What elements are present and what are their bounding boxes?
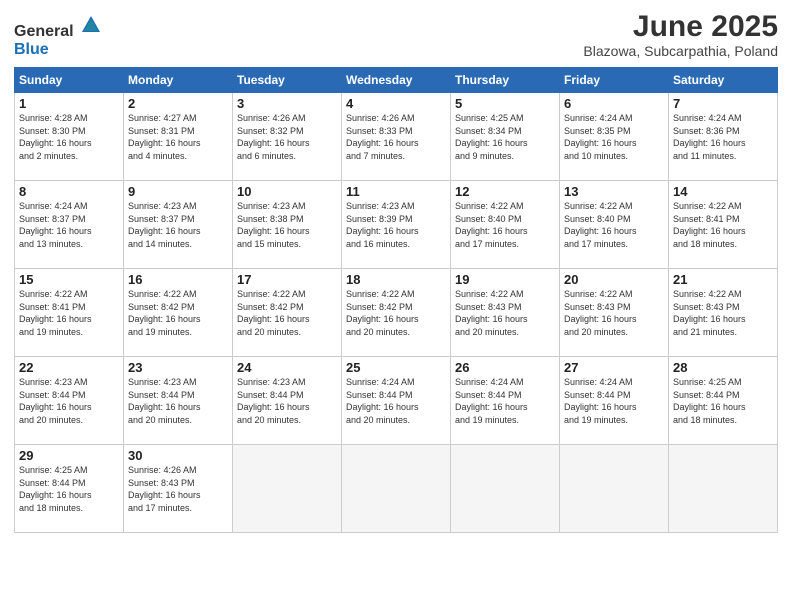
table-row: 21Sunrise: 4:22 AMSunset: 8:43 PMDayligh… xyxy=(669,269,778,357)
table-row: 16Sunrise: 4:22 AMSunset: 8:42 PMDayligh… xyxy=(124,269,233,357)
week-row-2: 8Sunrise: 4:24 AMSunset: 8:37 PMDaylight… xyxy=(15,181,778,269)
table-row: 11Sunrise: 4:23 AMSunset: 8:39 PMDayligh… xyxy=(342,181,451,269)
week-row-3: 15Sunrise: 4:22 AMSunset: 8:41 PMDayligh… xyxy=(15,269,778,357)
logo-icon xyxy=(80,14,102,36)
month-title: June 2025 xyxy=(583,10,778,43)
table-row: 22Sunrise: 4:23 AMSunset: 8:44 PMDayligh… xyxy=(15,357,124,445)
table-row: 18Sunrise: 4:22 AMSunset: 8:42 PMDayligh… xyxy=(342,269,451,357)
page: General Blue June 2025 Blazowa, Subcarpa… xyxy=(0,0,792,612)
table-row: 10Sunrise: 4:23 AMSunset: 8:38 PMDayligh… xyxy=(233,181,342,269)
col-saturday: Saturday xyxy=(669,68,778,93)
table-row: 17Sunrise: 4:22 AMSunset: 8:42 PMDayligh… xyxy=(233,269,342,357)
table-row: 20Sunrise: 4:22 AMSunset: 8:43 PMDayligh… xyxy=(560,269,669,357)
logo-general: General xyxy=(14,14,102,41)
table-row: 25Sunrise: 4:24 AMSunset: 8:44 PMDayligh… xyxy=(342,357,451,445)
calendar-table: Sunday Monday Tuesday Wednesday Thursday… xyxy=(14,67,778,533)
table-row: 27Sunrise: 4:24 AMSunset: 8:44 PMDayligh… xyxy=(560,357,669,445)
table-row: 13Sunrise: 4:22 AMSunset: 8:40 PMDayligh… xyxy=(560,181,669,269)
header-row: Sunday Monday Tuesday Wednesday Thursday… xyxy=(15,68,778,93)
table-row: 26Sunrise: 4:24 AMSunset: 8:44 PMDayligh… xyxy=(451,357,560,445)
table-row xyxy=(342,445,451,533)
table-row: 12Sunrise: 4:22 AMSunset: 8:40 PMDayligh… xyxy=(451,181,560,269)
location-title: Blazowa, Subcarpathia, Poland xyxy=(583,43,778,59)
table-row: 30Sunrise: 4:26 AMSunset: 8:43 PMDayligh… xyxy=(124,445,233,533)
table-row: 4Sunrise: 4:26 AMSunset: 8:33 PMDaylight… xyxy=(342,93,451,181)
col-wednesday: Wednesday xyxy=(342,68,451,93)
title-area: June 2025 Blazowa, Subcarpathia, Poland xyxy=(583,10,778,59)
table-row: 15Sunrise: 4:22 AMSunset: 8:41 PMDayligh… xyxy=(15,269,124,357)
table-row: 3Sunrise: 4:26 AMSunset: 8:32 PMDaylight… xyxy=(233,93,342,181)
table-row xyxy=(233,445,342,533)
col-friday: Friday xyxy=(560,68,669,93)
table-row: 5Sunrise: 4:25 AMSunset: 8:34 PMDaylight… xyxy=(451,93,560,181)
week-row-4: 22Sunrise: 4:23 AMSunset: 8:44 PMDayligh… xyxy=(15,357,778,445)
table-row: 1Sunrise: 4:28 AMSunset: 8:30 PMDaylight… xyxy=(15,93,124,181)
table-row: 7Sunrise: 4:24 AMSunset: 8:36 PMDaylight… xyxy=(669,93,778,181)
table-row: 6Sunrise: 4:24 AMSunset: 8:35 PMDaylight… xyxy=(560,93,669,181)
col-thursday: Thursday xyxy=(451,68,560,93)
table-row: 8Sunrise: 4:24 AMSunset: 8:37 PMDaylight… xyxy=(15,181,124,269)
table-row: 28Sunrise: 4:25 AMSunset: 8:44 PMDayligh… xyxy=(669,357,778,445)
table-row xyxy=(560,445,669,533)
week-row-5: 29Sunrise: 4:25 AMSunset: 8:44 PMDayligh… xyxy=(15,445,778,533)
logo-text-general: General xyxy=(14,23,74,40)
logo-blue: Blue xyxy=(14,41,102,59)
table-row: 24Sunrise: 4:23 AMSunset: 8:44 PMDayligh… xyxy=(233,357,342,445)
table-row: 19Sunrise: 4:22 AMSunset: 8:43 PMDayligh… xyxy=(451,269,560,357)
table-row: 14Sunrise: 4:22 AMSunset: 8:41 PMDayligh… xyxy=(669,181,778,269)
col-sunday: Sunday xyxy=(15,68,124,93)
week-row-1: 1Sunrise: 4:28 AMSunset: 8:30 PMDaylight… xyxy=(15,93,778,181)
table-row: 23Sunrise: 4:23 AMSunset: 8:44 PMDayligh… xyxy=(124,357,233,445)
table-row: 29Sunrise: 4:25 AMSunset: 8:44 PMDayligh… xyxy=(15,445,124,533)
table-row: 9Sunrise: 4:23 AMSunset: 8:37 PMDaylight… xyxy=(124,181,233,269)
table-row xyxy=(669,445,778,533)
table-row xyxy=(451,445,560,533)
col-tuesday: Tuesday xyxy=(233,68,342,93)
logo: General Blue xyxy=(14,14,102,59)
header: General Blue June 2025 Blazowa, Subcarpa… xyxy=(14,10,778,59)
table-row: 2Sunrise: 4:27 AMSunset: 8:31 PMDaylight… xyxy=(124,93,233,181)
col-monday: Monday xyxy=(124,68,233,93)
